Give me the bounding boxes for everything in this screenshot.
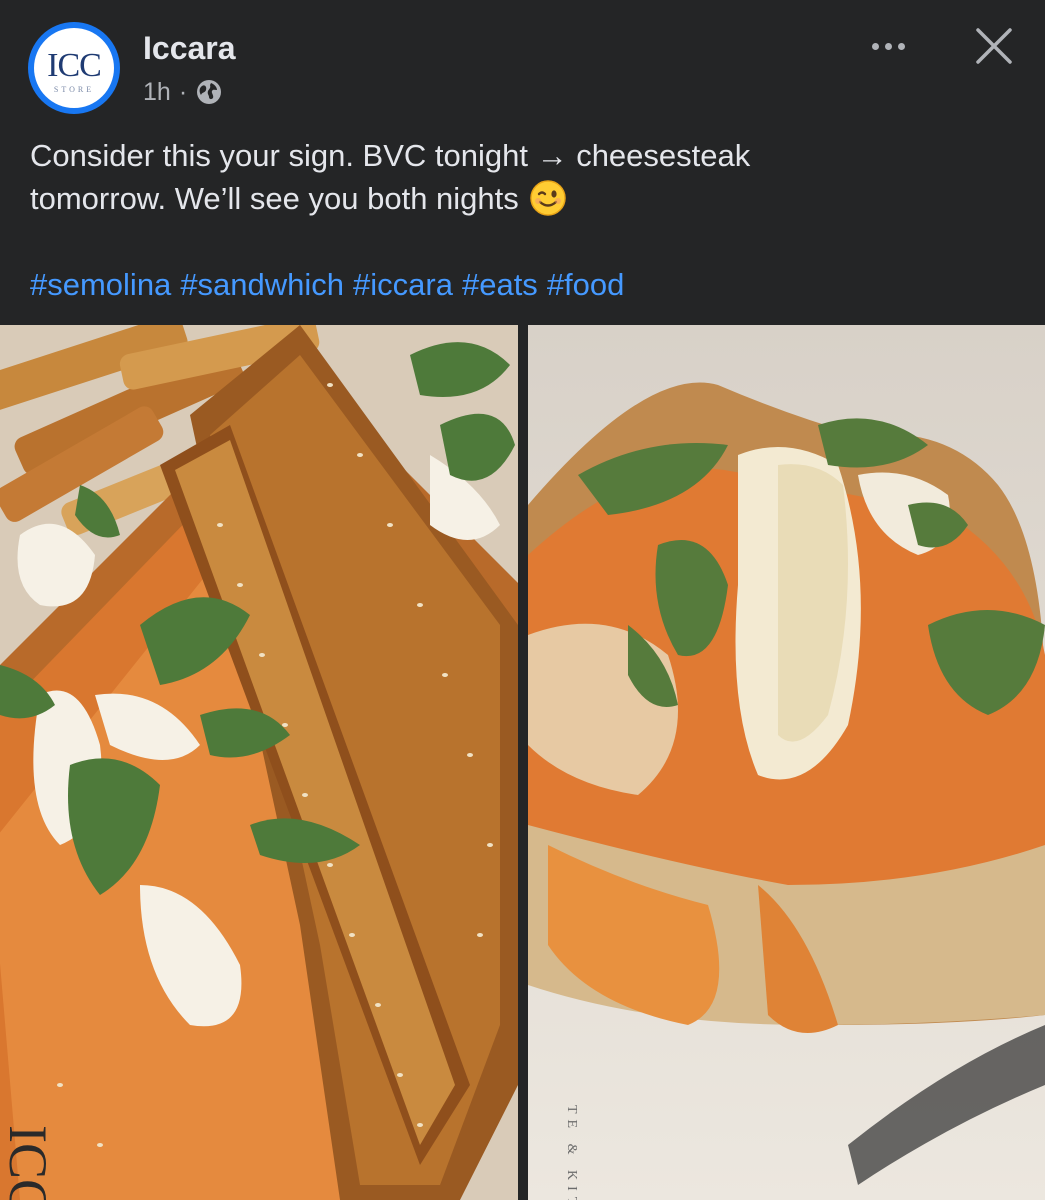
page-name[interactable]: Iccara (143, 30, 236, 67)
paper-print-right: TE & KIT (564, 1105, 579, 1200)
paper-print-left: ICCA (0, 1125, 58, 1200)
post-meta: 1h · (143, 74, 223, 110)
winking-face-emoji-icon (529, 179, 567, 217)
globe-icon[interactable] (195, 78, 223, 106)
post-photo-right[interactable]: TE & KIT (528, 325, 1045, 1200)
meta-separator: · (178, 77, 188, 106)
post-timestamp[interactable]: 1h (143, 78, 171, 107)
post-text: Consider this your sign. BVC tonight → c… (30, 134, 1015, 220)
post-text-line-2: tomorrow. We’ll see you both nights (30, 181, 519, 216)
avatar-logo: ICC STORE (34, 28, 114, 108)
hashtag-link[interactable]: #iccara (353, 267, 453, 302)
hashtag-link[interactable]: #food (547, 267, 625, 302)
hashtag-link[interactable]: #semolina (30, 267, 171, 302)
avatar-logo-mark: ICC (47, 46, 102, 84)
avatar-logo-subtext: STORE (53, 84, 95, 94)
sandwich-overhead-image: ICCA (0, 325, 518, 1200)
hashtag-link[interactable]: #sandwhich (180, 267, 344, 302)
sandwich-closeup-image: TE & KIT (528, 325, 1045, 1200)
post-photo-left[interactable]: ICCA (0, 325, 518, 1200)
more-options-button[interactable] (860, 24, 916, 68)
more-options-icon (871, 42, 879, 50)
post-header: ICC STORE Iccara 1h · (0, 0, 1045, 125)
close-icon (976, 28, 1012, 64)
hashtag-link[interactable]: #eats (462, 267, 538, 302)
page-avatar[interactable]: ICC STORE (28, 22, 120, 114)
hashtag-list: #semolina #sandwhich #iccara #eats #food (30, 263, 633, 306)
post-text-line-1: Consider this your sign. BVC tonight → c… (30, 138, 751, 173)
close-button[interactable] (966, 18, 1022, 74)
